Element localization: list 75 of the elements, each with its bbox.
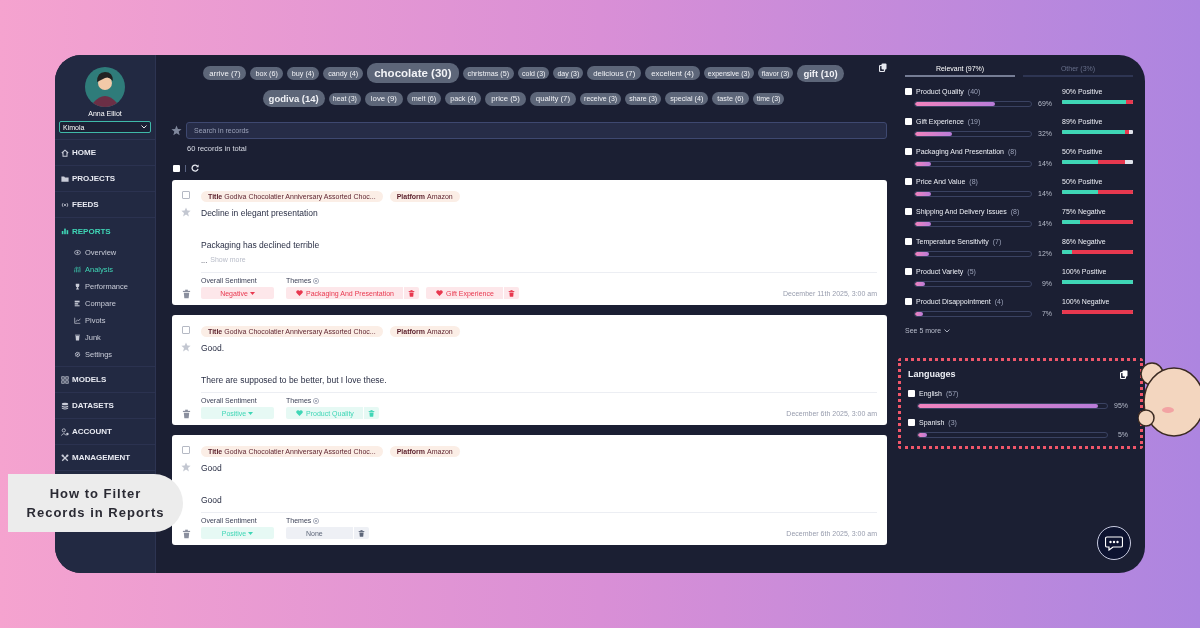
checkbox[interactable]	[182, 326, 190, 334]
checkbox[interactable]	[908, 419, 915, 426]
trash-icon[interactable]	[181, 289, 191, 299]
nav-item[interactable]: FEEDS	[55, 192, 155, 218]
caret-icon	[248, 411, 254, 415]
checkbox[interactable]	[905, 178, 912, 185]
avatar	[85, 67, 125, 107]
keyword-tag[interactable]: chocolate (30)	[367, 63, 459, 83]
heart-icon	[296, 290, 303, 296]
checkbox[interactable]	[905, 208, 912, 215]
checkbox[interactable]	[905, 148, 912, 155]
checkbox[interactable]	[173, 164, 180, 172]
checkbox[interactable]	[905, 88, 912, 95]
document-icon	[74, 300, 81, 307]
refresh-icon[interactable]	[191, 164, 199, 172]
trash-icon	[74, 334, 81, 341]
record-text: There are supposed to be better, but I love these.	[201, 375, 388, 385]
nav-item[interactable]: HOME	[55, 140, 155, 166]
info-icon	[313, 517, 320, 524]
trophy-icon	[74, 283, 81, 290]
nav-item[interactable]: MANAGEMENT	[55, 445, 155, 471]
copy-icon[interactable]	[879, 63, 887, 72]
tools-icon	[61, 453, 69, 462]
caption-text: How to Filter Records in Reports	[26, 485, 165, 522]
nav-item[interactable]: DATASETS	[55, 393, 155, 419]
star-icon[interactable]	[181, 342, 191, 352]
eye-icon	[74, 249, 81, 256]
home-icon	[61, 148, 69, 157]
chat-button[interactable]	[1097, 526, 1131, 560]
trash-icon[interactable]	[181, 529, 191, 539]
record-text: Good	[201, 463, 223, 473]
checkbox[interactable]	[905, 298, 912, 305]
gear-icon	[74, 351, 81, 358]
star-icon[interactable]	[181, 462, 191, 472]
checkbox[interactable]	[182, 191, 190, 199]
star-icon[interactable]	[171, 125, 182, 136]
info-icon	[313, 397, 320, 404]
checkbox[interactable]	[905, 238, 912, 245]
chevron-icon	[944, 328, 951, 333]
record-text: Decline in elegant presentation	[201, 208, 319, 218]
person-icon	[61, 427, 69, 436]
trash-icon[interactable]	[181, 409, 191, 419]
info-icon	[313, 277, 320, 284]
line-chart-icon	[74, 266, 81, 273]
broadcast-icon	[61, 200, 69, 209]
keyword-tag[interactable]: godiva (14)	[262, 90, 325, 107]
star-icon[interactable]	[181, 207, 191, 217]
trash-icon[interactable]	[357, 529, 365, 537]
trash-icon[interactable]	[407, 289, 415, 297]
keyword-tag[interactable]: gift (10)	[797, 64, 844, 82]
record-text: Good	[201, 495, 223, 505]
line-chart-icon	[74, 317, 81, 324]
chevron-icon	[141, 125, 147, 129]
chat-icon	[1105, 535, 1123, 551]
caret-icon	[249, 291, 255, 295]
nav-item[interactable]: ACCOUNT	[55, 419, 155, 445]
grid-icon	[61, 375, 69, 384]
heart-icon	[435, 290, 443, 296]
record-text: Good.	[201, 343, 226, 353]
checkbox[interactable]	[908, 390, 915, 397]
caret-icon	[248, 531, 254, 535]
checkbox[interactable]	[905, 118, 912, 125]
nav-item[interactable]: PROJECTS	[55, 166, 155, 192]
trash-icon[interactable]	[507, 289, 515, 297]
record-text: Packaging has declined terrible	[201, 240, 321, 250]
database-icon	[61, 401, 69, 410]
bar-chart-icon	[61, 227, 69, 235]
nav-item[interactable]: REPORTS	[55, 218, 155, 244]
checkbox[interactable]	[182, 446, 190, 454]
copy-icon[interactable]	[1120, 369, 1128, 379]
checkbox[interactable]	[905, 268, 912, 275]
heart-icon	[296, 410, 303, 416]
folder-icon	[61, 174, 69, 183]
nav-item[interactable]: MODELS	[55, 367, 155, 393]
section-title: Languages	[908, 369, 956, 379]
